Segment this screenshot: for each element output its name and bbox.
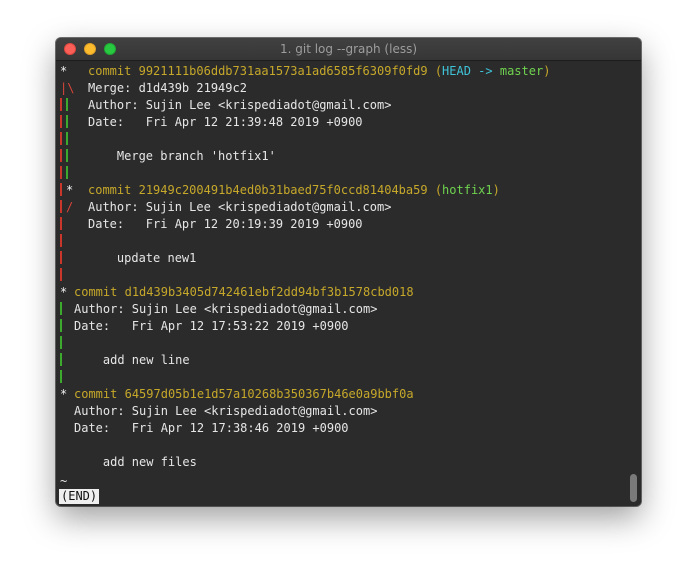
- log-line-commit: * commit 9921111b06ddb731aa1573a1ad6585f6…: [60, 63, 550, 80]
- log-line-blank: [60, 165, 88, 182]
- graph-line: [60, 370, 62, 383]
- log-line-blank: [60, 267, 88, 284]
- window-title: 1. git log --graph (less): [279, 42, 418, 56]
- log-line-date: Date: Fri Apr 12 17:38:46 2019 +0900: [60, 420, 349, 437]
- commit-message: update new1: [116, 251, 197, 265]
- graph-line: [60, 132, 62, 145]
- graph-line: [60, 115, 62, 128]
- ref-close: ): [492, 183, 500, 197]
- graph-line: [66, 166, 68, 179]
- graph-line: [60, 98, 62, 111]
- graph-branch: |\: [60, 81, 75, 95]
- log-line-commit: * commit 64597d05b1e1d57a10268b350367b46e…: [60, 386, 414, 403]
- log-line-commit: * commit 21949c200491b4ed0b31baed75f0ccd8…: [60, 182, 500, 199]
- ref-open: (: [434, 183, 443, 197]
- log-line-blank: [60, 369, 74, 386]
- author-text: Author: Sujin Lee <krispediadot@gmail.co…: [74, 404, 378, 418]
- ref-arrow: ->: [470, 64, 500, 78]
- graph-star: *: [60, 285, 68, 299]
- graph-line: [66, 149, 68, 162]
- log-line-message: add new line: [60, 352, 190, 369]
- commit-word: commit: [74, 285, 118, 299]
- graph-line: [60, 149, 62, 162]
- graph-line: [66, 98, 68, 111]
- commit-message: Merge branch 'hotfix1': [116, 149, 276, 163]
- branch-label: hotfix1: [442, 183, 493, 197]
- log-line-message: update new1: [60, 250, 196, 267]
- graph-line: [60, 353, 62, 366]
- log-line-blank: [60, 233, 88, 250]
- title-bar: 1. git log --graph (less): [56, 38, 641, 61]
- merge-text: Merge: d1d439b 21949c2: [88, 81, 247, 95]
- commit-word: commit: [74, 387, 118, 401]
- scrollbar-track[interactable]: [627, 61, 641, 506]
- graph-line: [60, 268, 62, 281]
- log-line-author: / Author: Sujin Lee <krispediadot@gmail.c…: [60, 199, 391, 216]
- terminal-window: 1. git log --graph (less) * commit 992111…: [56, 38, 641, 506]
- commit-message: add new line: [102, 353, 190, 367]
- log-line-author: Author: Sujin Lee <krispediadot@gmail.co…: [60, 97, 391, 114]
- commit-message: add new files: [102, 455, 197, 469]
- ref-close: ): [543, 64, 551, 78]
- commit-hash: d1d439b3405d742461ebf2dd94bf3b1578cbd018: [124, 285, 414, 299]
- graph-star: *: [66, 183, 74, 197]
- end-tilde: ~: [60, 474, 68, 488]
- log-line-merge: |\ Merge: d1d439b 21949c2: [60, 80, 247, 97]
- graph-line: [60, 183, 62, 196]
- ref-open: (: [434, 64, 443, 78]
- log-line-blank: [60, 131, 88, 148]
- date-text: Date: Fri Apr 12 17:53:22 2019 +0900: [74, 319, 349, 333]
- log-line-message: add new files: [60, 454, 197, 471]
- terminal-content[interactable]: * commit 9921111b06ddb731aa1573a1ad6585f6…: [56, 61, 627, 506]
- branch-label: master: [499, 64, 544, 78]
- log-line-date: Date: Fri Apr 12 20:19:39 2019 +0900: [60, 216, 363, 233]
- graph-line: [66, 115, 68, 128]
- graph-star: *: [60, 387, 68, 401]
- author-text: Author: Sujin Lee <krispediadot@gmail.co…: [88, 98, 392, 112]
- log-line-author: Author: Sujin Lee <krispediadot@gmail.co…: [60, 403, 377, 420]
- head-label: HEAD: [442, 64, 471, 78]
- commit-hash: 9921111b06ddb731aa1573a1ad6585f6309f0fd9: [138, 64, 428, 78]
- commit-word: commit: [88, 183, 132, 197]
- graph-line: [60, 217, 62, 230]
- graph-line: [60, 234, 62, 247]
- graph-line: [60, 302, 62, 315]
- date-text: Date: Fri Apr 12 20:19:39 2019 +0900: [88, 217, 363, 231]
- graph-line: [60, 336, 62, 349]
- graph-line: [66, 132, 68, 145]
- pager-status: (END): [59, 489, 100, 504]
- graph-line: [60, 319, 62, 332]
- graph-star: *: [60, 64, 68, 78]
- graph-line: [60, 166, 62, 179]
- date-text: Date: Fri Apr 12 17:38:46 2019 +0900: [74, 421, 349, 435]
- author-text: Author: Sujin Lee <krispediadot@gmail.co…: [74, 302, 378, 316]
- log-line-commit: * commit d1d439b3405d742461ebf2dd94bf3b15…: [60, 284, 414, 301]
- commit-word: commit: [88, 64, 132, 78]
- date-text: Date: Fri Apr 12 21:39:48 2019 +0900: [88, 115, 363, 129]
- log-line-message: Merge branch 'hotfix1': [60, 148, 276, 165]
- commit-hash: 64597d05b1e1d57a10268b350367b46e0a9bbf0a: [124, 387, 414, 401]
- log-line-author: Author: Sujin Lee <krispediadot@gmail.co…: [60, 301, 377, 318]
- log-line-date: Date: Fri Apr 12 21:39:48 2019 +0900: [60, 114, 363, 131]
- commit-hash: 21949c200491b4ed0b31baed75f0ccd81404ba59: [138, 183, 428, 197]
- graph-line: [60, 251, 62, 264]
- graph-line: [60, 200, 62, 213]
- scrollbar-thumb[interactable]: [630, 474, 637, 502]
- author-text: Author: Sujin Lee <krispediadot@gmail.co…: [88, 200, 392, 214]
- log-line-date: Date: Fri Apr 12 17:53:22 2019 +0900: [60, 318, 349, 335]
- graph-merge-slash: /: [66, 200, 74, 214]
- log-line-blank: [60, 335, 74, 352]
